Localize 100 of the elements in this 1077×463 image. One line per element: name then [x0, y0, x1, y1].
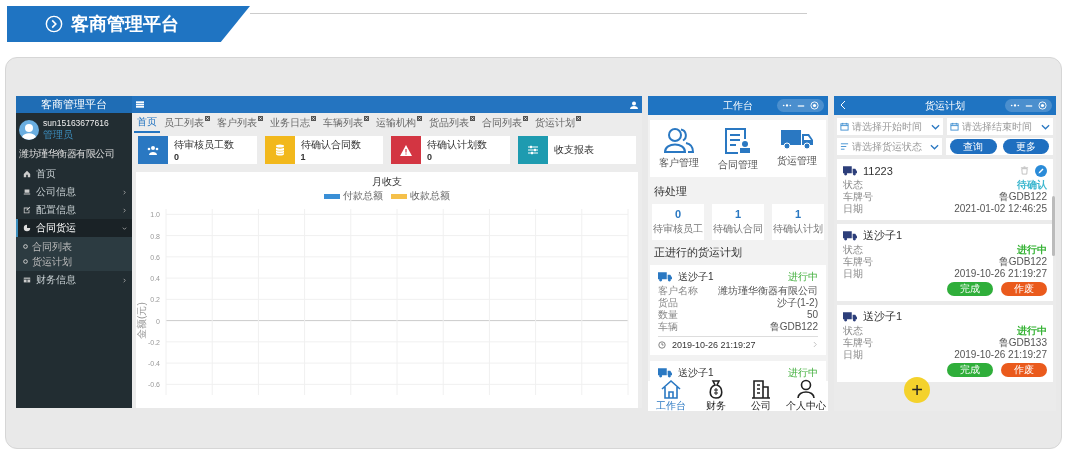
plan-time: 2019-10-26 21:19:27	[672, 339, 756, 350]
person-icon	[795, 379, 816, 399]
capsule-menu[interactable]	[1005, 99, 1052, 112]
tab[interactable]: 运输机构	[373, 113, 425, 132]
nav-tab[interactable]: 工作台	[648, 381, 693, 411]
filter-field[interactable]: 请选择开始时间	[837, 118, 943, 135]
field-label: 状态	[843, 179, 863, 191]
tab[interactable]: 车辆列表	[320, 113, 372, 132]
section-title: 待处理	[653, 184, 688, 199]
circle-icon	[23, 244, 28, 249]
plan-name: 11223	[863, 164, 894, 177]
sidebar-item[interactable]: 配置信息	[16, 201, 132, 219]
more-icon	[782, 103, 792, 108]
warning-icon	[400, 144, 412, 156]
status-label: 进行中	[788, 269, 818, 284]
laptop-icon	[23, 188, 31, 196]
shortcut-button[interactable]: 合同管理	[708, 126, 768, 173]
menu-icon	[136, 101, 144, 108]
stat-label: 待确认合同数	[300, 138, 361, 152]
stat-value: 1	[300, 152, 307, 162]
tab[interactable]: 货品列表	[426, 113, 478, 132]
tab[interactable]: 合同列表	[479, 113, 531, 132]
nav-tab[interactable]: 财务	[693, 381, 738, 411]
chevron-right-icon	[122, 277, 127, 283]
home-icon	[659, 379, 682, 399]
plan-name: 送沙子1	[678, 365, 715, 380]
submenu-item[interactable]: 合同列表	[16, 239, 132, 254]
pending-tile[interactable]: 1 待确认合同	[712, 204, 764, 240]
chevron-down-icon	[930, 143, 939, 150]
nav-tab[interactable]: 公司	[738, 381, 783, 411]
document-stamp-icon	[724, 127, 752, 155]
plan-card[interactable]: 送沙子1 状态 进行中 车牌号 鲁GDB133 日期 2019-10-26 21:19:27 完成 作废	[837, 305, 1053, 382]
sidebar-item[interactable]: 公司信息	[16, 183, 132, 201]
action-button[interactable]: 作废	[1001, 282, 1047, 296]
capsule-menu[interactable]	[777, 99, 824, 112]
chevron-down-icon	[931, 123, 940, 130]
status-label: 进行中	[788, 365, 818, 380]
legend-label: 收款总额	[410, 189, 450, 203]
plan-card[interactable]: 送沙子1 状态 进行中 车牌号 鲁GDB122 日期 2019-10-26 21:19:27 完成 作废	[837, 224, 1053, 301]
add-button[interactable]: +	[904, 377, 930, 403]
chart-title: 月收支	[371, 175, 403, 189]
field-value: 50	[806, 309, 818, 321]
tab[interactable]: 客户列表	[214, 113, 266, 132]
plan-name: 送沙子1	[863, 309, 904, 324]
field-label: 车牌号	[843, 191, 873, 203]
filter-field[interactable]: 请选择结束时间	[947, 118, 1053, 135]
sidebar-item[interactable]: 财务信息	[16, 271, 132, 289]
chevron-right-icon	[122, 189, 127, 195]
field-value: 2021-01-02 12:46:25	[954, 203, 1047, 215]
pending-tile[interactable]: 0 待审核员工	[652, 204, 704, 240]
table-icon	[23, 276, 31, 284]
people-icon	[664, 127, 695, 153]
sidebar-item[interactable]: 合同货运	[16, 219, 132, 237]
plan-card[interactable]: 11223 状态 待确认 车牌号 鲁GDB122 日期 2021-01-02 12:46:25	[837, 159, 1053, 220]
axis-title: 金额(元)	[136, 302, 147, 339]
plan-card[interactable]: 送沙子1 进行中 客户名称 潍坊瑾华衡器有限公司 货品 沙子(1-2) 数量 50 车辆 鲁GDB122 2019-10-26 21:19:27	[650, 265, 826, 355]
field-label: 车牌号	[843, 337, 873, 349]
company-name: 潍坊瑾华衡器有限公司	[18, 147, 115, 161]
avatar-icon	[19, 120, 39, 140]
calendar-icon	[950, 122, 959, 131]
action-button[interactable]: 作废	[1001, 363, 1047, 377]
list-icon	[840, 142, 849, 151]
plan-name: 送沙子1	[678, 269, 715, 284]
chevron-circle-icon	[45, 15, 63, 33]
truck-icon	[843, 311, 857, 322]
app-title: 客商管理平台	[16, 96, 132, 113]
tab[interactable]: 首页	[134, 112, 160, 133]
chevron-right-icon	[813, 341, 818, 348]
stat-value: 0	[427, 152, 433, 162]
banner-title: 客商管理平台	[71, 13, 179, 36]
calendar-icon	[840, 122, 849, 131]
edit-icon	[1035, 164, 1047, 177]
user-name: sun15163677616	[43, 118, 109, 128]
sidebar-item[interactable]: 首页	[16, 165, 132, 183]
home-icon	[23, 170, 31, 178]
pending-tile[interactable]: 1 待确认计划	[772, 204, 824, 240]
screen-title: 货运计划	[925, 98, 965, 113]
truck-icon	[843, 230, 857, 241]
tab[interactable]: 货运计划	[532, 113, 584, 132]
stat-label: 收支报表	[553, 143, 594, 157]
action-button[interactable]: 更多	[1002, 139, 1049, 154]
status-label: 待确认	[1017, 179, 1047, 191]
filter-field[interactable]: 请选择货运状态	[837, 138, 942, 155]
truck-icon	[658, 367, 672, 378]
shortcut-button[interactable]: 货运管理	[767, 126, 826, 173]
tab[interactable]: 员工列表	[161, 113, 213, 132]
nav-tab[interactable]: 个人中心	[783, 381, 828, 411]
user-role: 管理员	[43, 128, 74, 142]
field-label: 客户名称	[658, 285, 698, 297]
trash-icon	[1020, 166, 1029, 175]
chevron-down-icon	[1041, 123, 1050, 130]
tab[interactable]: 业务日志	[267, 113, 319, 132]
field-value: 鲁GDB133	[998, 337, 1047, 349]
field-value: 沙子(1-2)	[776, 297, 818, 309]
action-button[interactable]: 查询	[950, 139, 997, 154]
stat-value: 0	[174, 152, 180, 162]
field-label: 状态	[843, 244, 863, 256]
field-label: 数量	[658, 309, 678, 321]
submenu-item[interactable]: 货运计划	[16, 254, 132, 269]
shortcut-button[interactable]: 客户管理	[650, 126, 709, 173]
